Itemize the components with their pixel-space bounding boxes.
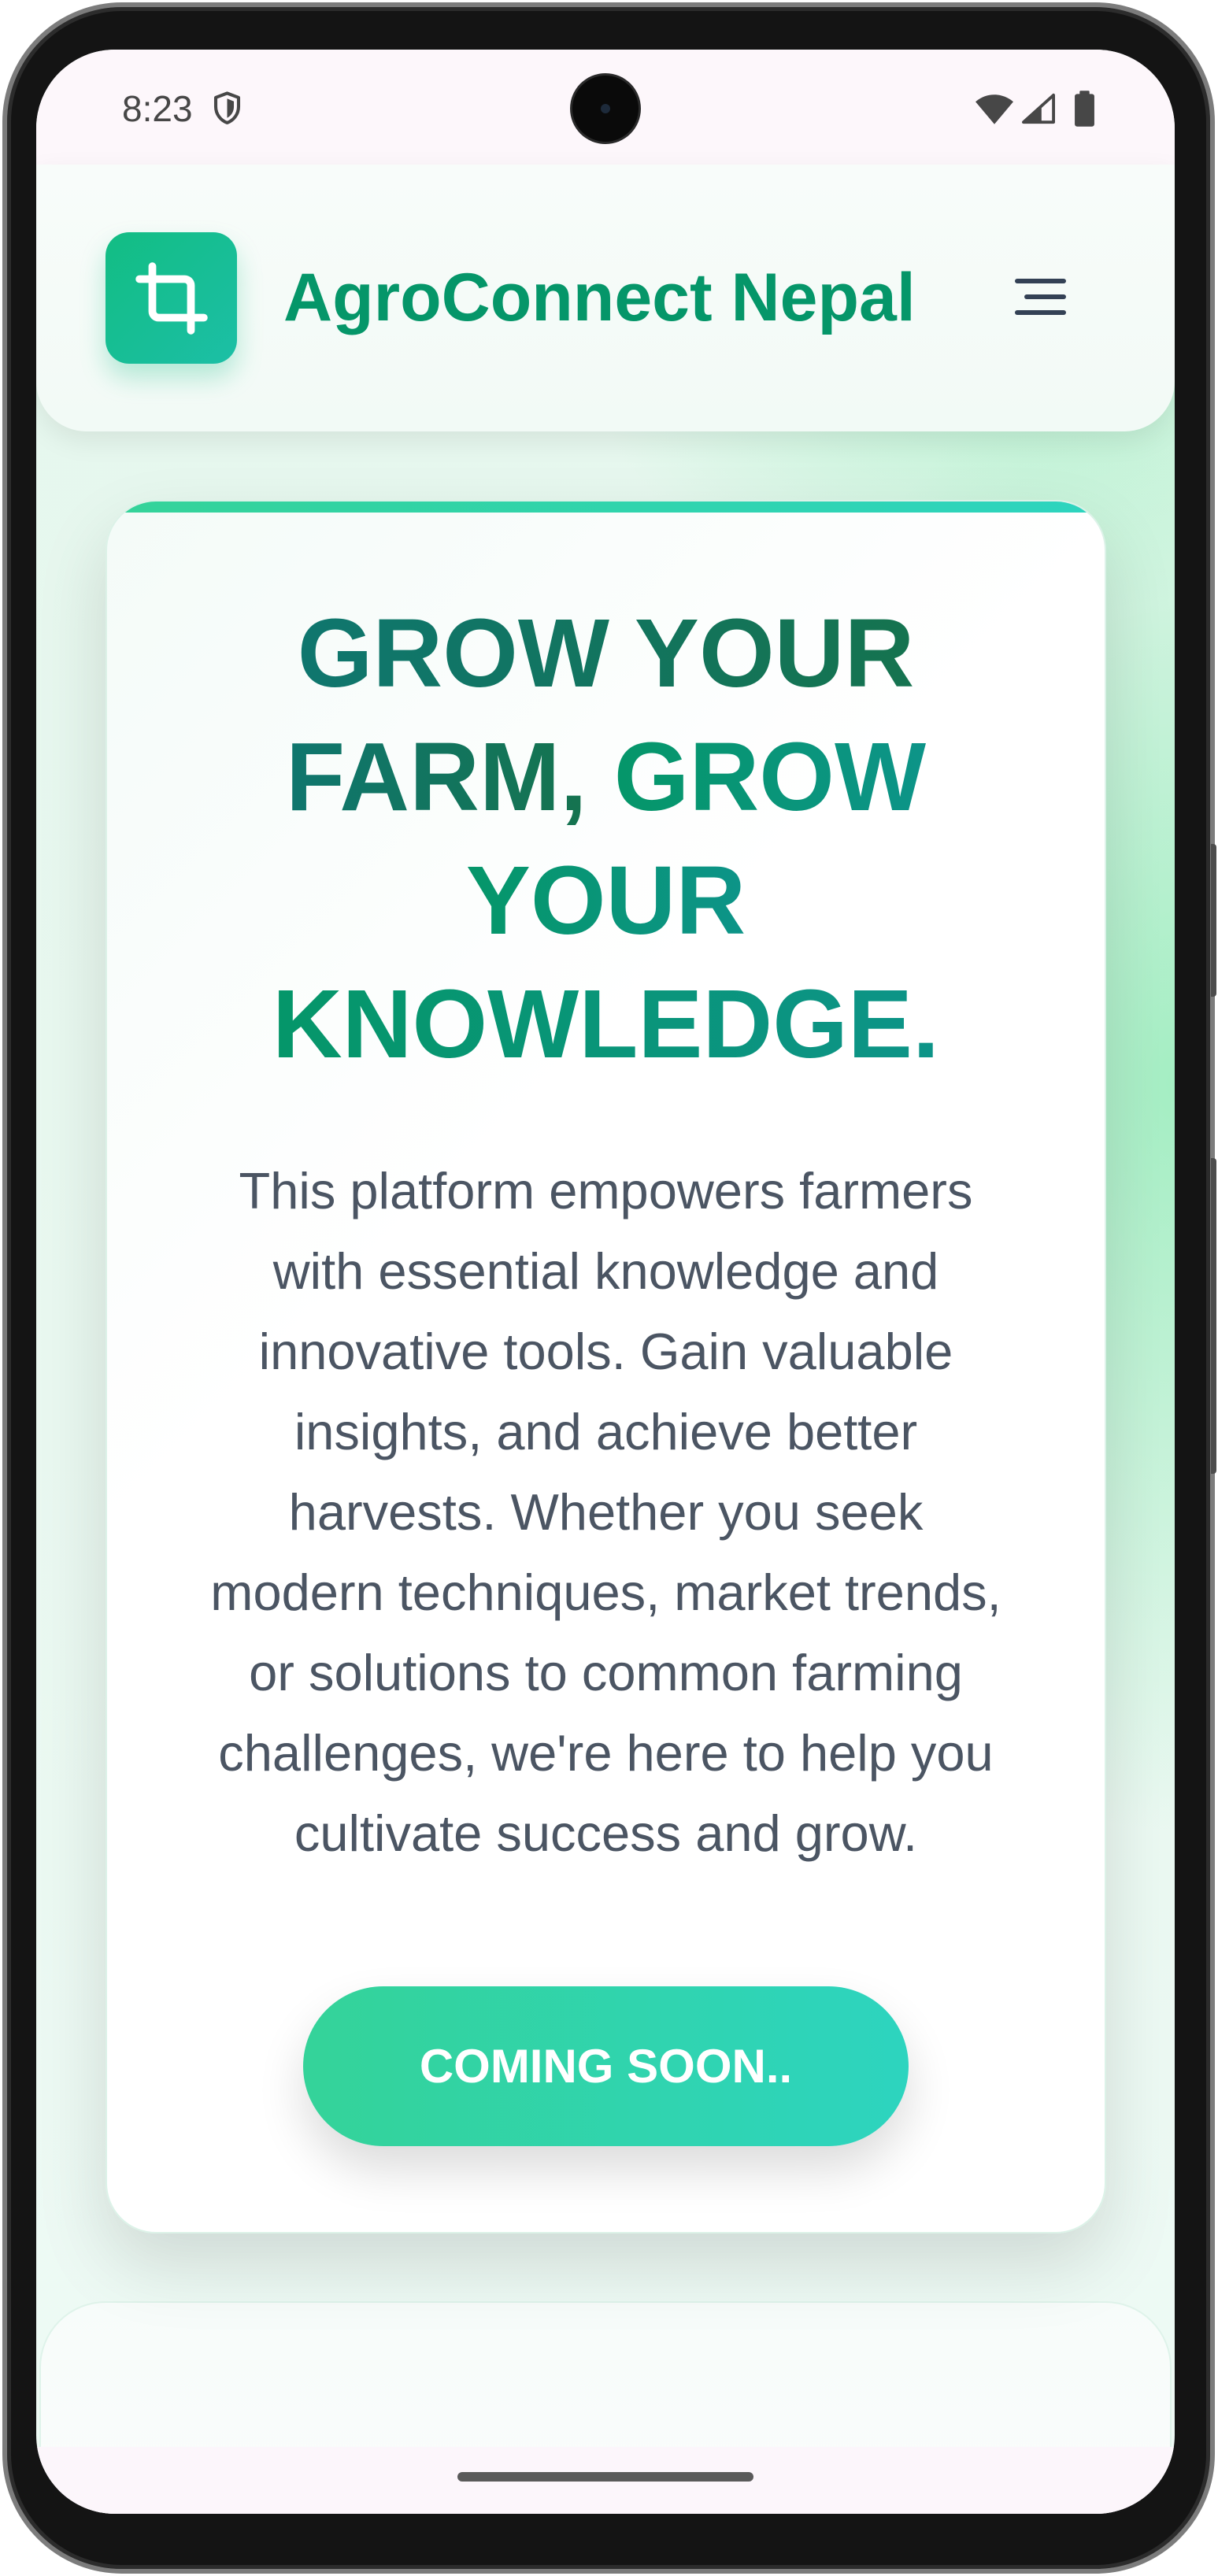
gesture-handle[interactable] xyxy=(457,2472,753,2482)
hero-card: GROW YOUR FARM, GROW YOUR KNOWLEDGE. Thi… xyxy=(106,500,1106,2234)
phone-power-button xyxy=(1211,844,1216,997)
wifi-icon xyxy=(976,94,1013,124)
hero-description: This platform empowers farmers with esse… xyxy=(210,1162,1001,1862)
menu-button[interactable] xyxy=(1009,272,1072,322)
phone-volume-button xyxy=(1211,1158,1216,1474)
status-time: 8:23 xyxy=(122,88,193,129)
app-title[interactable]: AgroConnect Nepal xyxy=(283,250,916,345)
hero-accent-stripe xyxy=(107,502,1105,513)
coming-soon-button[interactable]: COMING SOON.. xyxy=(303,1986,909,2146)
battery-icon xyxy=(1075,91,1094,127)
phone-screen: 8:23 AgroConnect Nepal GROW YOUR FARM, G… xyxy=(36,50,1175,2514)
front-camera xyxy=(572,76,639,142)
app-logo[interactable] xyxy=(106,232,237,364)
shield-icon xyxy=(213,91,241,124)
menu-icon xyxy=(1015,279,1066,315)
cellular-signal-icon xyxy=(1021,93,1055,124)
system-navigation-bar xyxy=(36,2447,1175,2514)
crop-icon xyxy=(135,261,208,335)
hero-headline: GROW YOUR FARM, GROW YOUR KNOWLEDGE. xyxy=(213,592,1000,1086)
app-header: AgroConnect Nepal xyxy=(36,165,1175,431)
status-bar: 8:23 xyxy=(36,50,1175,165)
